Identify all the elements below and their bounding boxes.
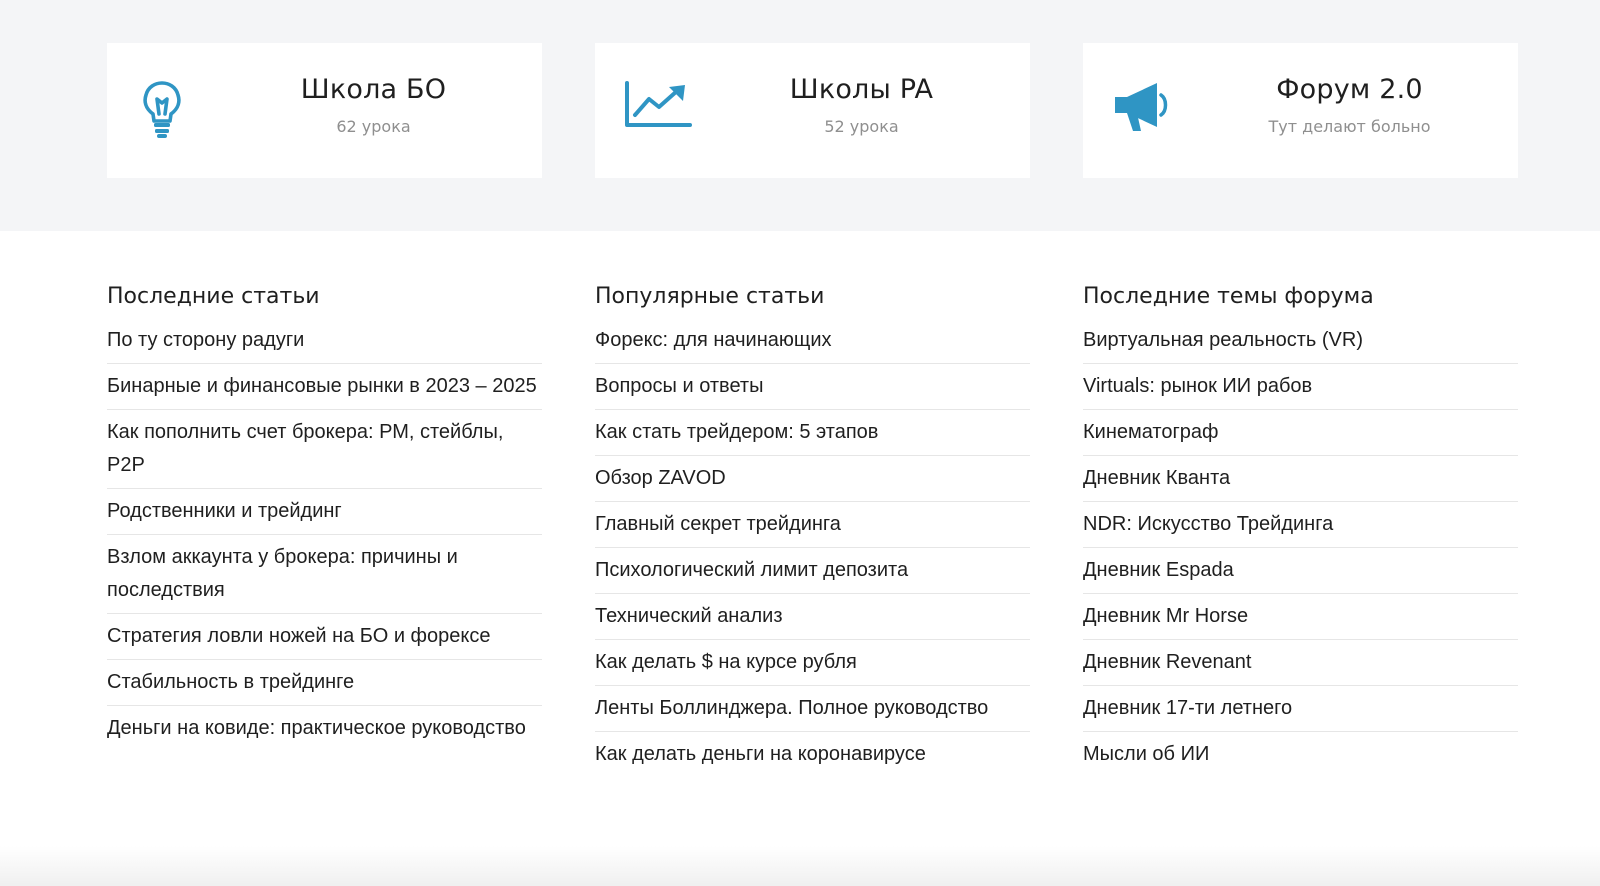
card-text: Школа БО 62 урока <box>205 73 542 137</box>
card-subtitle: Тут делают больно <box>1268 117 1431 136</box>
list-item: Бинарные и финансовые рынки в 2023 – 202… <box>107 364 542 410</box>
megaphone-icon <box>1111 77 1181 141</box>
article-link[interactable]: Деньги на ковиде: практическое руководст… <box>107 712 542 745</box>
popular-articles-heading: Популярные статьи <box>595 284 825 309</box>
article-link[interactable]: Родственники и трейдинг <box>107 495 542 528</box>
lightbulb-icon <box>135 77 205 141</box>
list-item: Технический анализ <box>595 594 1030 640</box>
list-item: Как делать деньги на коронавирусе <box>595 732 1030 777</box>
article-link[interactable]: Ленты Боллинджера. Полное руководство <box>595 692 1030 725</box>
article-link[interactable]: Стратегия ловли ножей на БО и форексе <box>107 620 542 653</box>
forum-topics-list: Виртуальная реальность (VR) Virtuals: ры… <box>1083 318 1518 777</box>
list-item: Ленты Боллинджера. Полное руководство <box>595 686 1030 732</box>
latest-articles-heading: Последние статьи <box>107 284 320 309</box>
list-item: Виртуальная реальность (VR) <box>1083 318 1518 364</box>
forum-topics-column: Последние темы форума Виртуальная реальн… <box>1083 282 1518 777</box>
forum-topic-link[interactable]: Дневник Mr Horse <box>1083 600 1518 633</box>
latest-articles-list: По ту сторону радуги Бинарные и финансов… <box>107 318 542 751</box>
list-item: Деньги на ковиде: практическое руководст… <box>107 706 542 751</box>
article-link[interactable]: Как делать $ на курсе рубля <box>595 646 1030 679</box>
card-school-bo[interactable]: Школа БО 62 урока <box>107 43 542 178</box>
article-link[interactable]: Как стать трейдером: 5 этапов <box>595 416 1030 449</box>
card-title: Форум 2.0 <box>1276 74 1423 105</box>
list-item: Дневник 17-ти летнего <box>1083 686 1518 732</box>
forum-topics-heading: Последние темы форума <box>1083 284 1374 309</box>
card-school-pa[interactable]: Школы PA 52 урока <box>595 43 1030 178</box>
card-title: Школа БО <box>300 74 447 105</box>
list-item: Стабильность в трейдинге <box>107 660 542 706</box>
list-item: Вопросы и ответы <box>595 364 1030 410</box>
list-item: Обзор ZAVOD <box>595 456 1030 502</box>
latest-articles-column: Последние статьи По ту сторону радуги Би… <box>107 282 542 751</box>
list-item: Стратегия ловли ножей на БО и форексе <box>107 614 542 660</box>
article-link[interactable]: Как пополнить счет брокера: РМ, стейблы,… <box>107 416 542 482</box>
forum-topic-link[interactable]: Дневник Revenant <box>1083 646 1518 679</box>
forum-topic-link[interactable]: Дневник Кванта <box>1083 462 1518 495</box>
forum-topic-link[interactable]: Дневник 17-ти летнего <box>1083 692 1518 725</box>
popular-articles-column: Популярные статьи Форекс: для начинающих… <box>595 282 1030 777</box>
article-link[interactable]: Вопросы и ответы <box>595 370 1030 403</box>
list-item: Как пополнить счет брокера: РМ, стейблы,… <box>107 410 542 489</box>
card-subtitle: 62 урока <box>336 117 411 136</box>
list-item: По ту сторону радуги <box>107 318 542 364</box>
chart-growth-icon <box>623 77 693 141</box>
card-title: Школы PA <box>789 74 934 105</box>
forum-topic-link[interactable]: Мысли об ИИ <box>1083 738 1518 771</box>
list-item: Родственники и трейдинг <box>107 489 542 535</box>
list-item: Дневник Кванта <box>1083 456 1518 502</box>
list-item: Взлом аккаунта у брокера: причины и посл… <box>107 535 542 614</box>
card-forum[interactable]: Форум 2.0 Тут делают больно <box>1083 43 1518 178</box>
list-item: Дневник Mr Horse <box>1083 594 1518 640</box>
article-link[interactable]: Стабильность в трейдинге <box>107 666 542 699</box>
article-link[interactable]: Форекс: для начинающих <box>595 324 1030 357</box>
article-link[interactable]: Бинарные и финансовые рынки в 2023 – 202… <box>107 370 542 403</box>
article-link[interactable]: Технический анализ <box>595 600 1030 633</box>
article-link[interactable]: По ту сторону радуги <box>107 324 542 357</box>
forum-topic-link[interactable]: Virtuals: рынок ИИ рабов <box>1083 370 1518 403</box>
list-item: Форекс: для начинающих <box>595 318 1030 364</box>
forum-topic-link[interactable]: Кинематограф <box>1083 416 1518 449</box>
list-item: Мысли об ИИ <box>1083 732 1518 777</box>
forum-topic-link[interactable]: Виртуальная реальность (VR) <box>1083 324 1518 357</box>
list-item: NDR: Искусство Трейдинга <box>1083 502 1518 548</box>
bottom-fade <box>0 846 1600 886</box>
article-link[interactable]: Главный секрет трейдинга <box>595 508 1030 541</box>
list-item: Психологический лимит депозита <box>595 548 1030 594</box>
list-item: Как стать трейдером: 5 этапов <box>595 410 1030 456</box>
list-item: Дневник Espada <box>1083 548 1518 594</box>
card-text: Форум 2.0 Тут делают больно <box>1181 73 1518 137</box>
popular-articles-list: Форекс: для начинающих Вопросы и ответы … <box>595 318 1030 777</box>
card-subtitle: 52 урока <box>824 117 899 136</box>
hero-section: Школа БО 62 урока Школы PA 52 урока Фору… <box>0 0 1600 231</box>
list-item: Главный секрет трейдинга <box>595 502 1030 548</box>
list-item: Кинематограф <box>1083 410 1518 456</box>
list-item: Как делать $ на курсе рубля <box>595 640 1030 686</box>
article-link[interactable]: Как делать деньги на коронавирусе <box>595 738 1030 771</box>
card-text: Школы PA 52 урока <box>693 73 1030 137</box>
article-link[interactable]: Взлом аккаунта у брокера: причины и посл… <box>107 541 542 607</box>
article-link[interactable]: Психологический лимит депозита <box>595 554 1030 587</box>
list-item: Virtuals: рынок ИИ рабов <box>1083 364 1518 410</box>
list-item: Дневник Revenant <box>1083 640 1518 686</box>
forum-topic-link[interactable]: NDR: Искусство Трейдинга <box>1083 508 1518 541</box>
article-link[interactable]: Обзор ZAVOD <box>595 462 1030 495</box>
forum-topic-link[interactable]: Дневник Espada <box>1083 554 1518 587</box>
